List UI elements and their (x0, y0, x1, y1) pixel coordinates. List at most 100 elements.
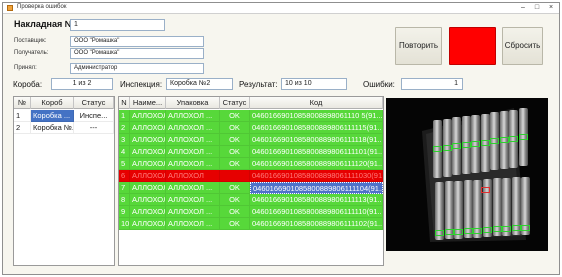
error-check-window: Проверка ошибок – □ × Накладная №: 1 Пос… (2, 2, 560, 275)
detection-mark (492, 226, 502, 233)
col-header-package[interactable]: Упаковка (166, 97, 220, 109)
cell-status: OK (220, 158, 250, 170)
col-header-num[interactable]: N (119, 97, 130, 109)
boxes-label: Короба: (13, 80, 43, 89)
table-row[interactable]: 5АЛЛОХОЛ ...АЛЛОХОЛ ...OK046016690108580… (119, 158, 383, 170)
cell-name: АЛЛОХОЛ ... (130, 206, 166, 218)
cell-status: OK (220, 110, 250, 122)
cell-box: Коробка №... (31, 122, 74, 134)
detection-mark (463, 228, 473, 235)
cell-status: OK (220, 182, 250, 194)
col-header-code[interactable]: Код (250, 97, 383, 109)
table-row[interactable]: 1АЛЛОХОЛ ...АЛЛОХОЛ ...OK046016690108580… (119, 110, 383, 122)
cell-code: 04601669010858008898061111030(91... (250, 170, 383, 182)
detection-mark (473, 227, 483, 234)
detection-mark (452, 143, 461, 150)
cell-status: OK (220, 194, 250, 206)
cell-name: АЛЛОХОЛ ... (130, 122, 166, 134)
accepted-label: Принял: (14, 65, 37, 71)
table-row[interactable]: 2АЛЛОХОЛ ...АЛЛОХОЛ ...OK046016690108580… (119, 122, 383, 134)
recipient-field[interactable]: ООО "Ромашка" (70, 48, 204, 59)
cell-code: 0460166901085800889806111110(91... (250, 206, 383, 218)
title-bar: Проверка ошибок – □ × (3, 3, 559, 14)
table-row[interactable]: 6 АЛЛОХОЛ АЛЛОХОЛ 0460166901085800889806111… (119, 170, 383, 182)
result-label: Результат: (239, 80, 278, 89)
accepted-field[interactable]: Администратор (70, 63, 204, 74)
boxes-table-header: № Короб Статус (14, 97, 114, 109)
detection-mark (461, 142, 471, 149)
next-button[interactable]: Далее (449, 27, 496, 65)
cell-name: АЛЛОХОЛ ... (130, 158, 166, 170)
camera-view (386, 98, 548, 251)
cell-name: АЛЛОХОЛ ... (130, 182, 166, 194)
detection-mark (442, 144, 452, 151)
cell-code: 0460166901085800889806111102(91... (250, 218, 383, 230)
cell-num: 3 (119, 134, 130, 146)
inspection-field: Коробка №2 (166, 78, 233, 90)
detection-mark (483, 227, 492, 233)
minimize-icon[interactable]: – (516, 3, 530, 13)
cell-num: 9 (119, 206, 130, 218)
cell-num: 1 (119, 110, 130, 122)
cell-package: АЛЛОХОЛ ... (166, 218, 220, 230)
cell-code: 0460166901085800889806111113(91... (250, 194, 383, 206)
detection-mark (499, 136, 509, 143)
cell-package: АЛЛОХОЛ ... (166, 122, 220, 134)
items-table-header: N Наиме... Упаковка Статус Код (119, 97, 383, 109)
cell-num: 1 (14, 110, 31, 122)
invoice-field[interactable]: 1 (70, 19, 165, 31)
col-header-status[interactable]: Статус (74, 97, 114, 109)
col-header-name[interactable]: Наиме... (130, 97, 166, 109)
cell-code: 0460166901085800889806111104(91... (250, 182, 383, 194)
col-header-box[interactable]: Короб (31, 97, 74, 109)
cell-package: АЛЛОХОЛ ... (166, 158, 220, 170)
col-header-num[interactable]: № (14, 97, 31, 109)
cell-code: 0460166901085800889806111120(91... (250, 158, 383, 170)
cell-status (220, 170, 250, 182)
detection-mark (471, 140, 480, 147)
cell-code: 0460166901085800889806111118(91... (250, 134, 383, 146)
detection-mark (435, 230, 444, 236)
detection-mark (454, 228, 464, 235)
close-icon[interactable]: × (544, 3, 558, 13)
cell-name: АЛЛОХОЛ ... (130, 110, 166, 122)
detection-mark (502, 225, 512, 232)
table-row[interactable]: 9АЛЛОХОЛ ...АЛЛОХОЛ ...OK046016690108580… (119, 206, 383, 218)
errors-label: Ошибки: (363, 80, 395, 89)
detection-mark (490, 138, 499, 145)
repeat-button[interactable]: Повторить (395, 27, 442, 65)
cell-num: 8 (119, 194, 130, 206)
table-row[interactable]: 7АЛЛОХОЛ ...АЛЛОХОЛ ...OK046016690108580… (119, 182, 383, 194)
table-row[interactable]: 2 Коробка №... --- (14, 122, 114, 134)
table-row[interactable]: 8АЛЛОХОЛ ...АЛЛОХОЛ ...OK046016690108580… (119, 194, 383, 206)
cell-name: АЛЛОХОЛ (130, 170, 166, 182)
detection-mark (518, 134, 528, 141)
detection-mark (480, 139, 490, 146)
detection-mark (444, 229, 454, 236)
reset-button[interactable]: Сбросить (502, 27, 543, 65)
cell-status: OK (220, 134, 250, 146)
result-field: 10 из 10 (281, 78, 347, 90)
table-row[interactable]: 3АЛЛОХОЛ ...АЛЛОХОЛ ...OK046016690108580… (119, 134, 383, 146)
supplier-field[interactable]: ООО "Ромашка" (70, 36, 204, 47)
cell-num: 6 (119, 170, 130, 182)
cell-num: 10 (119, 218, 130, 230)
inspection-label: Инспекция: (120, 80, 163, 89)
cell-num: 2 (14, 122, 31, 134)
errors-field: 1 (401, 78, 463, 90)
cell-num: 7 (119, 182, 130, 194)
cell-code: 0460166901085800889806111101(91... (250, 146, 383, 158)
cell-num: 4 (119, 146, 130, 158)
cell-package: АЛЛОХОЛ (166, 170, 220, 182)
cell-package: АЛЛОХОЛ ... (166, 182, 220, 194)
table-row[interactable]: 4АЛЛОХОЛ ...АЛЛОХОЛ ...OK046016690108580… (119, 146, 383, 158)
detection-mark (509, 135, 518, 142)
table-row[interactable]: 1 Коробка ... Инспе... (14, 110, 114, 122)
cell-name: АЛЛОХОЛ ... (130, 194, 166, 206)
recipient-label: Получатель: (14, 50, 49, 56)
col-header-status[interactable]: Статус (220, 97, 250, 109)
cell-name: АЛЛОХОЛ ... (130, 146, 166, 158)
table-row[interactable]: 10АЛЛОХОЛ ...АЛЛОХОЛ ...OK04601669010858… (119, 218, 383, 230)
maximize-icon[interactable]: □ (530, 3, 544, 13)
invoice-label: Накладная №: (14, 19, 78, 29)
